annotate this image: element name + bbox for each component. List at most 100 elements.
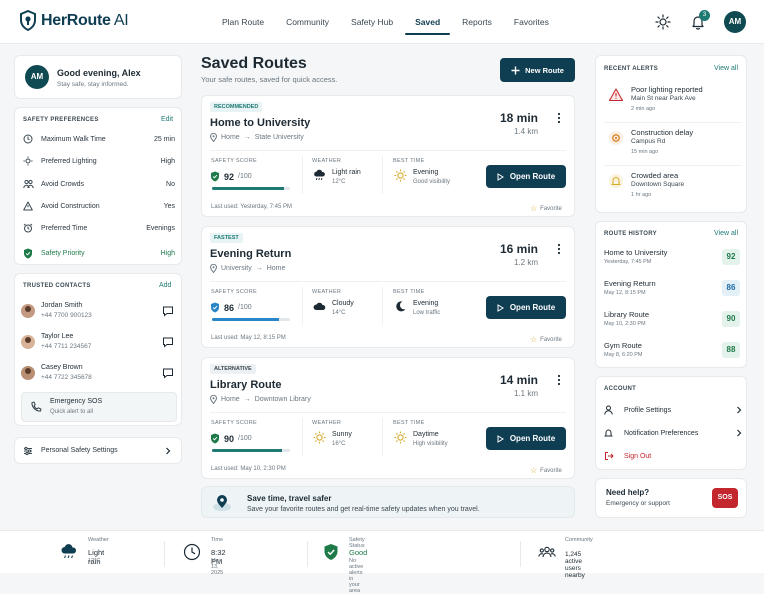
- favorite-toggle[interactable]: ☆ Favorite: [530, 466, 562, 475]
- pref-lighting[interactable]: Preferred Lighting High: [21, 153, 175, 169]
- sos-button[interactable]: SOS: [712, 488, 738, 508]
- history-item[interactable]: Home to University Yesterday, 7:45 PM 92: [604, 246, 740, 273]
- pref-preferred-time[interactable]: Preferred Time Evenings: [21, 220, 175, 236]
- more-options-icon[interactable]: [556, 243, 562, 255]
- route-card[interactable]: Alternative Library Route Home → Downtow…: [201, 357, 575, 479]
- divider: [520, 541, 521, 567]
- pin-icon: [210, 264, 217, 273]
- nav-safety-hub[interactable]: Safety Hub: [341, 0, 403, 44]
- message-icon[interactable]: [162, 367, 174, 379]
- alert-item[interactable]: Crowded area Downtown Square 1 hr ago: [604, 169, 742, 209]
- sun-icon: [313, 431, 326, 444]
- contact-item[interactable]: Casey Brown +44 7722 345678: [21, 363, 175, 387]
- crowd-bell-icon: [609, 174, 623, 188]
- alarm-icon: [23, 223, 33, 233]
- edit-preferences-link[interactable]: Edit: [161, 116, 173, 123]
- contact-item[interactable]: Taylor Lee +44 7711 234567: [21, 332, 175, 356]
- route-path: University → Home: [210, 264, 285, 273]
- more-options-icon[interactable]: [556, 374, 562, 386]
- route-from: Home: [221, 396, 240, 403]
- nav-reports[interactable]: Reports: [452, 0, 502, 44]
- history-item[interactable]: Evening Return May 12, 8:15 PM 86: [604, 277, 740, 304]
- pref-max-walk-time[interactable]: Maximum Walk Time 25 min: [21, 131, 175, 147]
- history-route-name: Library Route: [604, 310, 650, 319]
- pref-safety-priority[interactable]: Safety Priority High: [21, 245, 175, 261]
- add-contact-link[interactable]: Add: [159, 282, 171, 289]
- personal-safety-settings-link[interactable]: Personal Safety Settings: [14, 437, 182, 464]
- cloud-icon: [313, 302, 326, 310]
- user-avatar[interactable]: AM: [724, 11, 746, 33]
- history-item[interactable]: Gym Route May 8, 6:20 PM 88: [604, 339, 740, 366]
- contact-item[interactable]: Jordan Smith +44 7700 900123: [21, 301, 175, 325]
- alert-title: Crowded area: [631, 171, 679, 180]
- more-options-icon[interactable]: [556, 112, 562, 124]
- pref-value: No: [166, 180, 175, 188]
- new-route-button[interactable]: New Route: [500, 58, 575, 82]
- pref-value: Yes: [163, 202, 175, 210]
- message-icon[interactable]: [162, 305, 174, 317]
- open-route-button[interactable]: Open Route: [486, 427, 566, 450]
- route-tag: Recommended: [210, 102, 263, 112]
- history-date: May 10, 2:30 PM: [604, 321, 646, 327]
- favorite-toggle[interactable]: ☆ Favorite: [530, 335, 562, 344]
- help-title: Need help?: [606, 488, 650, 497]
- avatar: [21, 335, 35, 349]
- view-all-history-link[interactable]: View all: [714, 230, 738, 237]
- nav-saved[interactable]: Saved: [405, 0, 451, 44]
- profile-settings-link[interactable]: Profile Settings: [604, 402, 742, 418]
- safety-score-label: Safety Score: [211, 289, 257, 295]
- favorite-toggle[interactable]: ☆ Favorite: [530, 204, 562, 213]
- nav-favorites[interactable]: Favorites: [504, 0, 559, 44]
- weather-value: Light rain: [332, 169, 361, 176]
- view-all-alerts-link[interactable]: View all: [714, 65, 738, 72]
- safety-preferences-card: Safety Preferences Edit Maximum Walk Tim…: [14, 107, 182, 265]
- weather-temp: 12°C: [88, 558, 101, 564]
- logo[interactable]: HerRoute AI: [19, 10, 129, 31]
- rain-cloud-icon: [314, 169, 325, 181]
- time-label: Time: [211, 537, 224, 543]
- history-score: 86: [722, 280, 740, 296]
- history-score: 88: [722, 342, 740, 358]
- route-time: 16 min: [499, 242, 538, 256]
- divider: [382, 418, 383, 456]
- pin-icon: [210, 395, 217, 404]
- alert-title: Construction delay: [631, 128, 694, 137]
- emergency-sos-button[interactable]: Emergency SOS Quick alert to all: [21, 392, 177, 422]
- score-max: /100: [238, 304, 252, 311]
- weather-label: Weather: [312, 420, 342, 426]
- alert-location: Campus Rd: [631, 138, 666, 145]
- route-from: University: [221, 265, 252, 272]
- open-route-button[interactable]: Open Route: [486, 296, 566, 319]
- safety-score: 86/100: [210, 302, 252, 313]
- pin-icon: [210, 133, 217, 142]
- pref-avoid-crowds[interactable]: Avoid Crowds No: [21, 176, 175, 192]
- sign-out-link[interactable]: Sign Out: [604, 448, 742, 464]
- divider: [210, 412, 566, 413]
- favorite-label: Favorite: [540, 467, 562, 474]
- score-bar: [212, 318, 290, 321]
- open-route-button[interactable]: Open Route: [486, 165, 566, 188]
- pref-avoid-construction[interactable]: Avoid Construction Yes: [21, 198, 175, 214]
- history-score: 90: [722, 311, 740, 327]
- alert-item[interactable]: Poor lighting reported Main St near Park…: [604, 83, 742, 123]
- message-icon[interactable]: [162, 336, 174, 348]
- route-time: 14 min: [499, 373, 538, 387]
- route-best-time: Evening Low traffic: [394, 300, 440, 316]
- star-icon: ☆: [530, 335, 538, 344]
- route-to: Home: [266, 265, 286, 272]
- trusted-contacts-card: Trusted Contacts Add Jordan Smith +44 77…: [14, 273, 182, 426]
- nav-plan-route[interactable]: Plan Route: [212, 0, 274, 44]
- route-history-card: Route History View all Home to Universit…: [595, 221, 747, 368]
- route-card[interactable]: Recommended Home to University Home → St…: [201, 95, 575, 217]
- route-card[interactable]: Fastest Evening Return University → Home…: [201, 226, 575, 348]
- nav-community[interactable]: Community: [276, 0, 339, 44]
- theme-sun-icon[interactable]: [655, 14, 671, 30]
- chevron-right-icon: [166, 447, 171, 455]
- alert-item[interactable]: Construction delay Campus Rd 15 min ago: [604, 126, 742, 166]
- best-time-value: Evening: [413, 300, 439, 307]
- notification-preferences-link[interactable]: Notification Preferences: [604, 425, 742, 441]
- help-subtitle: Emergency or support: [606, 500, 670, 507]
- history-item[interactable]: Library Route May 10, 2:30 PM 90: [604, 308, 740, 335]
- play-icon: [497, 434, 504, 443]
- recent-alerts-title: Recent Alerts: [604, 66, 659, 72]
